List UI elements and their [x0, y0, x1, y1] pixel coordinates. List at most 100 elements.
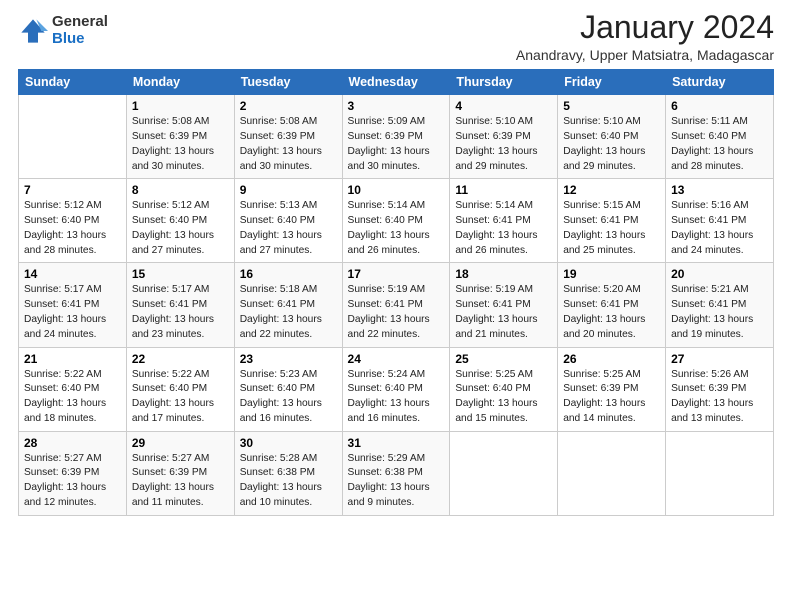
day-number: 20: [671, 267, 768, 281]
calendar-cell: 29 Sunrise: 5:27 AMSunset: 6:39 PMDayligh…: [126, 431, 234, 515]
day-detail: Sunrise: 5:29 AMSunset: 6:38 PMDaylight:…: [348, 452, 445, 511]
header-wednesday: Wednesday: [342, 70, 450, 95]
calendar-cell: [666, 431, 774, 515]
calendar-cell: 26 Sunrise: 5:25 AMSunset: 6:39 PMDayligh…: [558, 347, 666, 431]
day-number: 29: [132, 436, 229, 450]
day-number: 10: [348, 183, 445, 197]
logo: General Blue: [18, 14, 108, 47]
calendar-cell: 15 Sunrise: 5:17 AMSunset: 6:41 PMDayligh…: [126, 263, 234, 347]
logo-text: General Blue: [52, 14, 108, 47]
day-detail: Sunrise: 5:15 AMSunset: 6:41 PMDaylight:…: [563, 199, 660, 258]
day-detail: Sunrise: 5:08 AMSunset: 6:39 PMDaylight:…: [132, 115, 229, 174]
calendar-cell: 14Sunrise: 5:17 AMSunset: 6:41 PMDayligh…: [19, 263, 127, 347]
calendar-cell: 17 Sunrise: 5:19 AMSunset: 6:41 PMDayligh…: [342, 263, 450, 347]
calendar-cell: 31 Sunrise: 5:29 AMSunset: 6:38 PMDayligh…: [342, 431, 450, 515]
header: General Blue January 2024 Anandravy, Upp…: [18, 10, 774, 63]
day-detail: Sunrise: 5:27 AMSunset: 6:39 PMDaylight:…: [24, 452, 121, 511]
calendar-table: Sunday Monday Tuesday Wednesday Thursday…: [18, 69, 774, 516]
calendar-week-3: 14Sunrise: 5:17 AMSunset: 6:41 PMDayligh…: [19, 263, 774, 347]
day-number: 27: [671, 352, 768, 366]
day-number: 2: [240, 99, 337, 113]
calendar-cell: 5Sunrise: 5:10 AMSunset: 6:40 PMDaylight…: [558, 95, 666, 179]
calendar-week-4: 21Sunrise: 5:22 AMSunset: 6:40 PMDayligh…: [19, 347, 774, 431]
header-monday: Monday: [126, 70, 234, 95]
header-sunday: Sunday: [19, 70, 127, 95]
day-number: 21: [24, 352, 121, 366]
day-number: 31: [348, 436, 445, 450]
calendar-cell: 20 Sunrise: 5:21 AMSunset: 6:41 PMDayligh…: [666, 263, 774, 347]
day-detail: Sunrise: 5:19 AMSunset: 6:41 PMDaylight:…: [455, 283, 552, 342]
day-number: 6: [671, 99, 768, 113]
calendar-cell: 18 Sunrise: 5:19 AMSunset: 6:41 PMDayligh…: [450, 263, 558, 347]
day-detail: Sunrise: 5:24 AMSunset: 6:40 PMDaylight:…: [348, 368, 445, 427]
day-number: 25: [455, 352, 552, 366]
logo-blue: Blue: [52, 31, 108, 48]
calendar-cell: 23Sunrise: 5:23 AMSunset: 6:40 PMDayligh…: [234, 347, 342, 431]
day-number: 15: [132, 267, 229, 281]
calendar-cell: [558, 431, 666, 515]
day-number: 28: [24, 436, 121, 450]
calendar-cell: [19, 95, 127, 179]
calendar-cell: 9 Sunrise: 5:13 AMSunset: 6:40 PMDaylight…: [234, 179, 342, 263]
header-row: Sunday Monday Tuesday Wednesday Thursday…: [19, 70, 774, 95]
day-detail: Sunrise: 5:21 AMSunset: 6:41 PMDaylight:…: [671, 283, 768, 342]
calendar-cell: 22Sunrise: 5:22 AMSunset: 6:40 PMDayligh…: [126, 347, 234, 431]
calendar-cell: 30Sunrise: 5:28 AMSunset: 6:38 PMDayligh…: [234, 431, 342, 515]
day-detail: Sunrise: 5:25 AMSunset: 6:39 PMDaylight:…: [563, 368, 660, 427]
calendar-cell: 25 Sunrise: 5:25 AMSunset: 6:40 PMDayligh…: [450, 347, 558, 431]
day-detail: Sunrise: 5:13 AMSunset: 6:40 PMDaylight:…: [240, 199, 337, 258]
calendar-cell: 19 Sunrise: 5:20 AMSunset: 6:41 PMDayligh…: [558, 263, 666, 347]
day-detail: Sunrise: 5:23 AMSunset: 6:40 PMDaylight:…: [240, 368, 337, 427]
day-detail: Sunrise: 5:10 AMSunset: 6:39 PMDaylight:…: [455, 115, 552, 174]
calendar-cell: 2 Sunrise: 5:08 AMSunset: 6:39 PMDaylight…: [234, 95, 342, 179]
calendar-cell: 10 Sunrise: 5:14 AMSunset: 6:40 PMDayligh…: [342, 179, 450, 263]
day-detail: Sunrise: 5:09 AMSunset: 6:39 PMDaylight:…: [348, 115, 445, 174]
calendar-body: 1 Sunrise: 5:08 AMSunset: 6:39 PMDaylight…: [19, 95, 774, 516]
calendar-header: Sunday Monday Tuesday Wednesday Thursday…: [19, 70, 774, 95]
day-number: 30: [240, 436, 337, 450]
day-number: 16: [240, 267, 337, 281]
day-number: 18: [455, 267, 552, 281]
calendar-cell: 8Sunrise: 5:12 AMSunset: 6:40 PMDaylight…: [126, 179, 234, 263]
day-detail: Sunrise: 5:17 AMSunset: 6:41 PMDaylight:…: [132, 283, 229, 342]
day-detail: Sunrise: 5:14 AMSunset: 6:40 PMDaylight:…: [348, 199, 445, 258]
calendar-cell: 11Sunrise: 5:14 AMSunset: 6:41 PMDayligh…: [450, 179, 558, 263]
calendar-week-5: 28 Sunrise: 5:27 AMSunset: 6:39 PMDayligh…: [19, 431, 774, 515]
calendar-cell: 1 Sunrise: 5:08 AMSunset: 6:39 PMDaylight…: [126, 95, 234, 179]
header-saturday: Saturday: [666, 70, 774, 95]
calendar-cell: 27Sunrise: 5:26 AMSunset: 6:39 PMDayligh…: [666, 347, 774, 431]
day-detail: Sunrise: 5:19 AMSunset: 6:41 PMDaylight:…: [348, 283, 445, 342]
day-detail: Sunrise: 5:25 AMSunset: 6:40 PMDaylight:…: [455, 368, 552, 427]
day-number: 24: [348, 352, 445, 366]
logo-icon: [18, 16, 48, 46]
logo-general: General: [52, 14, 108, 31]
day-detail: Sunrise: 5:27 AMSunset: 6:39 PMDaylight:…: [132, 452, 229, 511]
header-thursday: Thursday: [450, 70, 558, 95]
day-number: 7: [24, 183, 121, 197]
day-number: 8: [132, 183, 229, 197]
month-title: January 2024: [516, 10, 774, 45]
calendar-cell: 12Sunrise: 5:15 AMSunset: 6:41 PMDayligh…: [558, 179, 666, 263]
calendar-week-2: 7Sunrise: 5:12 AMSunset: 6:40 PMDaylight…: [19, 179, 774, 263]
day-detail: Sunrise: 5:17 AMSunset: 6:41 PMDaylight:…: [24, 283, 121, 342]
calendar-cell: 6 Sunrise: 5:11 AMSunset: 6:40 PMDaylight…: [666, 95, 774, 179]
day-detail: Sunrise: 5:20 AMSunset: 6:41 PMDaylight:…: [563, 283, 660, 342]
day-number: 9: [240, 183, 337, 197]
day-number: 1: [132, 99, 229, 113]
calendar-cell: 16Sunrise: 5:18 AMSunset: 6:41 PMDayligh…: [234, 263, 342, 347]
day-number: 4: [455, 99, 552, 113]
day-detail: Sunrise: 5:14 AMSunset: 6:41 PMDaylight:…: [455, 199, 552, 258]
page: General Blue January 2024 Anandravy, Upp…: [0, 0, 792, 612]
day-number: 3: [348, 99, 445, 113]
day-number: 26: [563, 352, 660, 366]
day-detail: Sunrise: 5:10 AMSunset: 6:40 PMDaylight:…: [563, 115, 660, 174]
title-block: January 2024 Anandravy, Upper Matsiatra,…: [516, 10, 774, 63]
calendar-cell: 3 Sunrise: 5:09 AMSunset: 6:39 PMDaylight…: [342, 95, 450, 179]
day-detail: Sunrise: 5:11 AMSunset: 6:40 PMDaylight:…: [671, 115, 768, 174]
day-number: 17: [348, 267, 445, 281]
day-number: 19: [563, 267, 660, 281]
day-number: 13: [671, 183, 768, 197]
day-detail: Sunrise: 5:08 AMSunset: 6:39 PMDaylight:…: [240, 115, 337, 174]
calendar-week-1: 1 Sunrise: 5:08 AMSunset: 6:39 PMDaylight…: [19, 95, 774, 179]
calendar-cell: 24 Sunrise: 5:24 AMSunset: 6:40 PMDayligh…: [342, 347, 450, 431]
